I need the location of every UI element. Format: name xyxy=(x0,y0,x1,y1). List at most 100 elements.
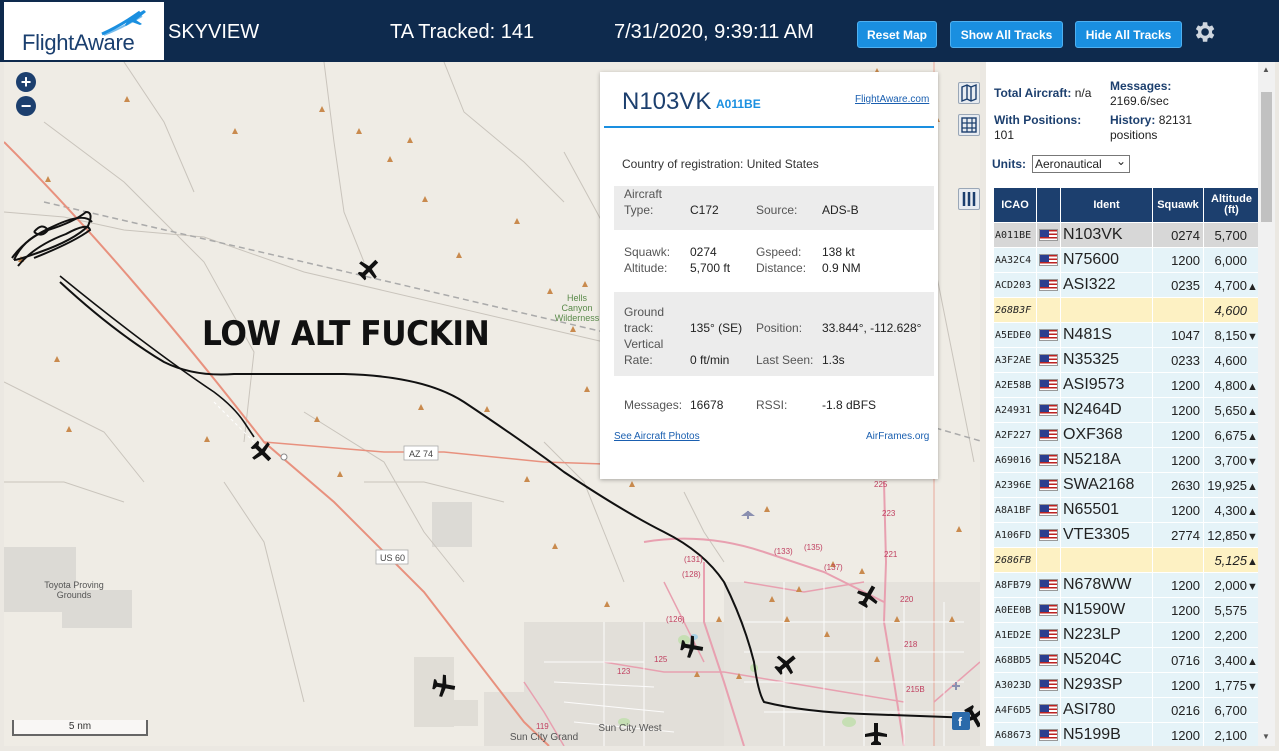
cell-flag xyxy=(1036,222,1061,248)
gear-icon[interactable] xyxy=(1191,19,1217,45)
altitude-value: 4,300 xyxy=(1214,502,1247,518)
scroll-thumb[interactable] xyxy=(1261,92,1272,222)
label-sun-city-west: Sun City West xyxy=(598,723,662,734)
history: History: 82131 positions xyxy=(1110,113,1220,143)
svg-text:221: 221 xyxy=(884,550,898,559)
altitude-value: 4,600 xyxy=(1214,302,1247,318)
show-all-tracks-button[interactable]: Show All Tracks xyxy=(950,21,1063,48)
col-squawk[interactable]: Squawk xyxy=(1152,187,1204,223)
units-select-value: Aeronautical xyxy=(1035,157,1102,171)
table-row[interactable]: A1ED2E N223LP 1200 2,200 xyxy=(993,622,1258,648)
total-aircraft-label: Total Aircraft: xyxy=(994,86,1072,100)
source-label: Source: xyxy=(756,203,798,217)
country-value: United States xyxy=(746,157,819,171)
table-row[interactable]: A2F227 OXF368 1200 6,675▲ xyxy=(993,422,1258,448)
airframes-link[interactable]: AirFrames.org xyxy=(866,431,929,442)
cell-squawk: 1200 xyxy=(1152,672,1204,698)
hide-all-tracks-button[interactable]: Hide All Tracks xyxy=(1075,21,1182,48)
cell-squawk: 1200 xyxy=(1152,247,1204,273)
cell-altitude: 3,400▲ xyxy=(1203,647,1258,673)
cell-squawk: 1200 xyxy=(1152,722,1204,746)
columns-icon[interactable] xyxy=(958,188,980,210)
table-row[interactable]: A24931 N2464D 1200 5,650▲ xyxy=(993,397,1258,423)
cell-flag xyxy=(1036,672,1061,698)
popup-section-squawk: Squawk: 0274 Gspeed: 138 kt Altitude: 5,… xyxy=(614,244,934,282)
col-icao[interactable]: ICAO xyxy=(993,187,1037,223)
grid-icon[interactable] xyxy=(958,114,980,136)
table-row[interactable]: A68673 N5199B 1200 2,100 xyxy=(993,722,1258,746)
reset-map-button[interactable]: Reset Map xyxy=(857,21,937,48)
table-row[interactable]: A4F6D5 ASI780 0216 6,700 xyxy=(993,697,1258,723)
cell-ident: N2464D xyxy=(1060,397,1153,423)
units-select[interactable]: Aeronautical xyxy=(1032,153,1130,173)
scroll-up-arrow[interactable]: ▲ xyxy=(1262,65,1270,74)
vertical-rate-arrow-icon: ▲ xyxy=(1247,555,1258,568)
cell-icao: A4F6D5 xyxy=(993,697,1037,723)
flightaware-logo[interactable]: FlightAware xyxy=(4,2,164,60)
table-row[interactable]: A68BD5 N5204C 0716 3,400▲ xyxy=(993,647,1258,673)
flightaware-link[interactable]: FlightAware.com xyxy=(855,94,929,105)
cell-icao: 2686FB xyxy=(993,547,1037,573)
table-row[interactable]: A2396E SWA2168 2630 19,925▲ xyxy=(993,472,1258,498)
cell-altitude: 5,575 xyxy=(1203,597,1258,623)
squawk-label: Squawk: xyxy=(624,245,671,259)
source-value: ADS-B xyxy=(822,203,859,217)
cell-icao: A2E58B xyxy=(993,372,1037,398)
us-flag-icon xyxy=(1039,678,1058,691)
table-row[interactable]: A8FB79 N678WW 1200 2,000▼ xyxy=(993,572,1258,598)
cell-squawk: 1200 xyxy=(1152,572,1204,598)
table-row[interactable]: 2686FB 5,125▲ xyxy=(993,547,1258,573)
svg-text:223: 223 xyxy=(882,509,896,518)
panel-scrollbar[interactable]: ▲ ▼ xyxy=(1258,62,1275,746)
svg-text:(131): (131) xyxy=(684,555,703,564)
cell-ident: SWA2168 xyxy=(1060,472,1153,498)
cell-flag xyxy=(1036,647,1061,673)
altitude-value: 4,800 xyxy=(1214,377,1247,393)
cell-flag xyxy=(1036,572,1061,598)
cell-altitude: 6,700 xyxy=(1203,697,1258,723)
table-row[interactable]: A3F2AE N35325 0233 4,600 xyxy=(993,347,1258,373)
popup-hex[interactable]: A011BE xyxy=(716,97,761,111)
table-row[interactable]: A2E58B ASI9573 1200 4,800▲ xyxy=(993,372,1258,398)
see-aircraft-photos-link[interactable]: See Aircraft Photos xyxy=(614,431,700,442)
altitude-value: 1,775 xyxy=(1214,677,1247,693)
top-bar: FlightAware SKYVIEW TA Tracked: 141 7/31… xyxy=(0,0,1279,62)
scroll-down-arrow[interactable]: ▼ xyxy=(1262,732,1270,741)
cell-altitude: 4,700▲ xyxy=(1203,272,1258,298)
altitude-value: 5,700 ft xyxy=(690,261,731,275)
cell-ident: N678WW xyxy=(1060,572,1153,598)
altitude-value: 6,675 xyxy=(1214,427,1247,443)
col-flag[interactable] xyxy=(1036,187,1061,223)
cell-ident: OXF368 xyxy=(1060,422,1153,448)
table-row[interactable]: AA32C4 N75600 1200 6,000 xyxy=(993,247,1258,273)
table-row[interactable]: A69016 N5218A 1200 3,700▼ xyxy=(993,447,1258,473)
cell-icao: 268B3F xyxy=(993,297,1037,323)
map-layers-icon[interactable] xyxy=(958,82,980,104)
messages-value: 16678 xyxy=(690,398,724,412)
aircraft-info-popup: N103VK A011BE FlightAware.com Country of… xyxy=(600,72,938,479)
altitude-value: 5,575 xyxy=(1214,602,1247,618)
ground-track-value: 135° (SE) xyxy=(690,321,743,335)
cell-ident: VTE3305 xyxy=(1060,522,1153,548)
col-ident[interactable]: Ident xyxy=(1060,187,1153,223)
table-row[interactable]: A106FD VTE3305 2774 12,850▼ xyxy=(993,522,1258,548)
zoom-out-button[interactable]: − xyxy=(16,96,36,116)
us-flag-icon xyxy=(1039,653,1058,666)
altitude-value: 4,600 xyxy=(1214,352,1247,368)
popup-section-type: Aircraft Type: C172 Source: ADS-B xyxy=(614,186,934,230)
cell-squawk xyxy=(1152,297,1204,323)
table-row[interactable]: ACD203 ASI322 0235 4,700▲ xyxy=(993,272,1258,298)
table-row[interactable]: A011BE N103VK 0274 5,700 xyxy=(993,222,1258,248)
table-row[interactable]: A3023D N293SP 1200 1,775▼ xyxy=(993,672,1258,698)
cell-squawk: 1200 xyxy=(1152,597,1204,623)
col-altitude[interactable]: Altitude (ft) xyxy=(1203,187,1258,223)
table-row[interactable]: A8A1BF N65501 1200 4,300▲ xyxy=(993,497,1258,523)
table-row[interactable]: 268B3F 4,600 xyxy=(993,297,1258,323)
cell-altitude: 5,125▲ xyxy=(1203,547,1258,573)
cell-ident: ASI322 xyxy=(1060,272,1153,298)
zoom-in-button[interactable]: + xyxy=(16,72,36,92)
cell-icao: A2F227 xyxy=(993,422,1037,448)
table-row[interactable]: A0EE0B N1590W 1200 5,575 xyxy=(993,597,1258,623)
logo-text: FlightAware xyxy=(22,30,135,55)
table-row[interactable]: A5EDE0 N481S 1047 8,150▼ xyxy=(993,322,1258,348)
